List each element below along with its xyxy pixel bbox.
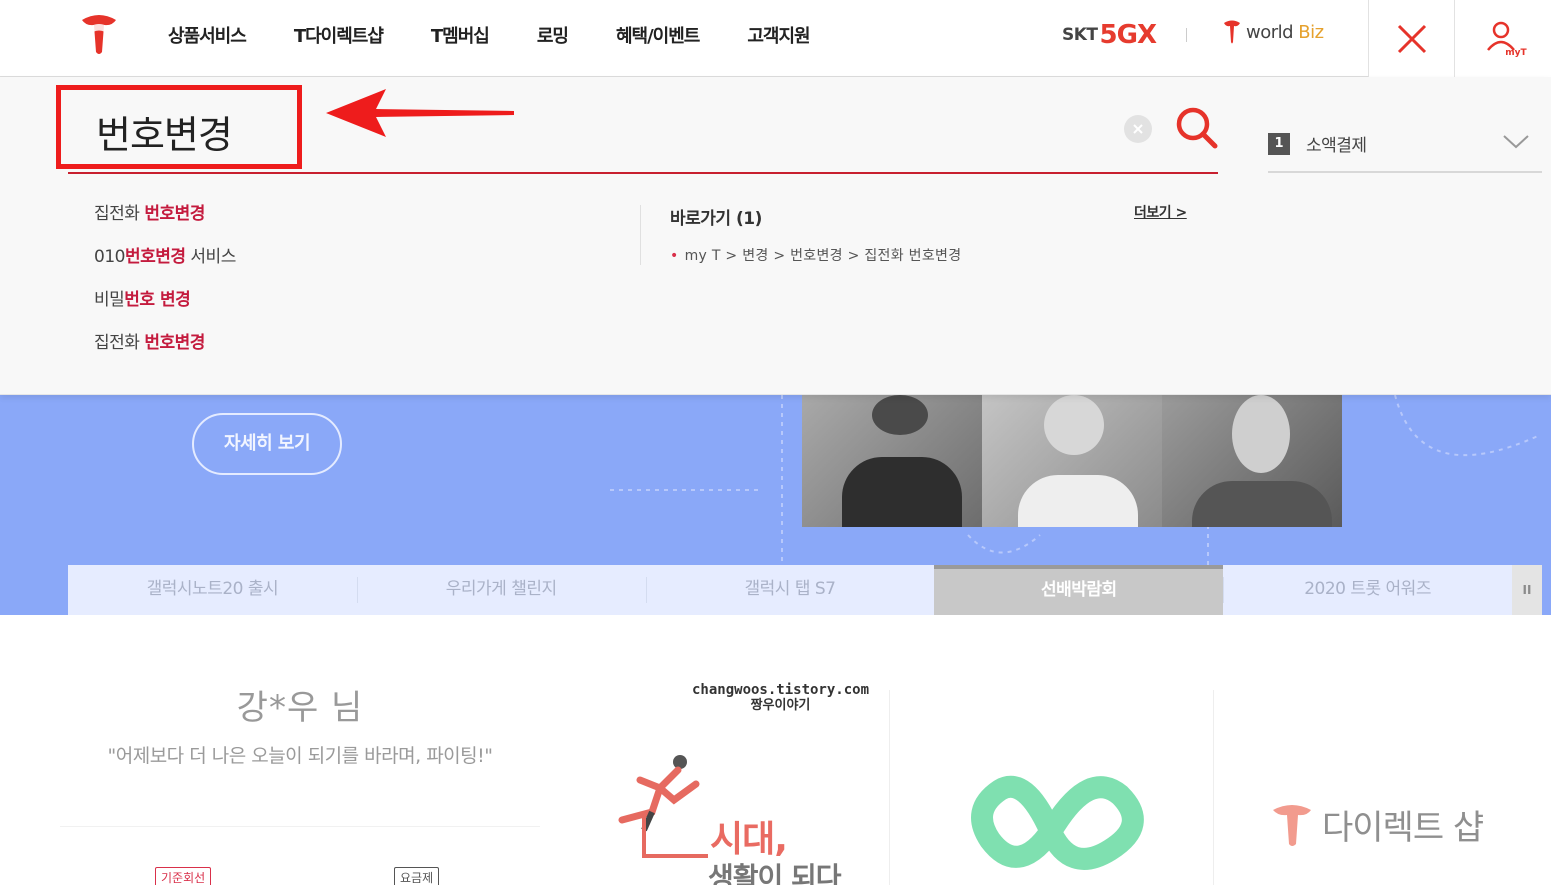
annotation-highlight-box [56,85,302,169]
plan-badge: 요금제 [394,867,440,885]
main-banner: 자세히 보기 [0,395,1551,565]
autocomplete-item[interactable]: 집전화 번호변경 [94,199,236,242]
nav-customer-support[interactable]: 고객지원 [747,22,810,48]
column-divider [889,690,890,885]
global-header: 상품서비스 T다이렉트샵 T멤버십 로밍 혜택/이벤트 고객지원 SKT 5GX… [0,0,1551,77]
t-logo-icon[interactable] [78,12,120,56]
tab-galaxy-note20[interactable]: 갤럭시노트20 출시 [68,565,357,615]
close-icon [1397,24,1426,53]
search-icon[interactable] [1174,105,1220,151]
skt-5gx-link[interactable]: SKT 5GX [1062,20,1157,50]
close-search-button[interactable] [1368,0,1454,77]
annotation-arrow-icon [326,89,514,137]
watermark-name: 짱우이야기 [750,698,811,713]
shortcut-link[interactable]: • my T > 변경 > 번호변경 > 집전화 번호변경 [670,245,961,265]
more-link[interactable]: 더보기 > [1134,202,1187,222]
suggest-highlight: 번호변경 [124,247,186,267]
greeting-message: "어제보다 더 나은 오늘이 되기를 바라며, 파이팅!" [107,745,494,767]
photo-3-body [1192,481,1332,527]
photo-1-head [872,395,928,435]
world-biz-text: world Biz [1246,22,1324,43]
watermark-url: changwoos.tistory.com [692,682,870,698]
suggest-highlight: 번호 변경 [124,290,191,310]
autocomplete-item[interactable]: 010번호변경 서비스 [94,242,236,285]
nav-t-membership[interactable]: T멤버십 [431,22,490,48]
shortcut-title: 바로가기 (1) [670,209,762,229]
user-name: 강*우 님 [236,688,364,728]
photo-1-body [842,457,962,527]
main-line-badge: 기준회선 [155,867,212,885]
suggest-text: 집전화 [94,204,145,224]
nav-benefits-events[interactable]: 혜택/이벤트 [616,22,700,48]
autocomplete-item[interactable]: 비밀번호 변경 [94,285,236,328]
nav-products[interactable]: 상품서비스 [168,22,247,48]
biz-text: Biz [1298,21,1324,43]
suggest-highlight: 번호변경 [144,333,205,353]
popular-keyword-dropdown[interactable]: 1 소액결제 [1268,117,1542,173]
t-direct-logo-icon [1273,804,1311,846]
divider [60,826,540,827]
watermark: changwoos.tistory.com 짱우이야기 [692,682,869,714]
column-divider [1213,690,1214,885]
promo-line-2: 생활이 되다 [708,861,842,885]
autocomplete-item[interactable]: 집전화 번호변경 [94,328,236,371]
photo-3-head [1232,395,1290,473]
greeting: 강*우 님 "어제보다 더 나은 오늘이 되기를 바라며, 파이팅!" [60,680,540,768]
world-biz-link[interactable]: world Biz [1222,19,1324,45]
myt-label: myT [1505,47,1527,58]
brand-divider [1186,28,1187,42]
tab-trot-awards[interactable]: 2020 트롯 어워즈 [1223,565,1512,615]
photo-2-head [1044,395,1104,455]
shortcut-path-text: my T > 변경 > 번호변경 > 집전화 번호변경 [684,248,962,264]
skt-text: SKT [1062,25,1098,45]
photo-2-body [1018,475,1138,527]
world-text: world [1246,21,1294,43]
column-divider [640,205,641,265]
bullet-icon: • [670,248,679,264]
chevron-down-icon [1503,135,1529,149]
5gx-text: 5GX [1099,20,1157,50]
tab-our-store-challenge[interactable]: 우리가게 챌린지 [356,565,646,615]
clear-search-button[interactable] [1124,115,1152,143]
t-world-logo-icon [1224,20,1240,44]
clear-icon [1133,124,1143,134]
nav-t-direct-shop[interactable]: T다이렉트샵 [294,22,384,48]
tab-senior-fair[interactable]: 선배박람회 [934,565,1224,615]
banner-photo-1 [802,395,982,527]
suggest-highlight: 번호변경 [144,204,205,224]
rank-number: 1 [1268,133,1290,155]
nav-roaming[interactable]: 로밍 [537,22,569,48]
infinity-logo-icon[interactable] [960,750,1146,885]
suggest-text: 서비스 [185,247,236,267]
tabs-left-fill [0,565,68,615]
promo-banner[interactable]: 시대, 생활이 되다 [600,740,890,885]
banner-tabs: 갤럭시노트20 출시 우리가게 챌린지 갤럭시 탭 S7 선배박람회 2020 … [68,565,1542,615]
suggest-text: 010 [94,247,125,267]
banner-photo-3 [1162,395,1342,527]
banner-photos [802,395,1342,527]
suggest-text: 비밀 [94,290,125,310]
promo-line-1: 시대, [710,819,788,860]
tab-galaxy-tab-s7[interactable]: 갤럭시 탭 S7 [645,565,935,615]
direct-shop-text: 다이렉트 샵 [1322,808,1484,848]
direct-shop-logo[interactable]: 다이렉트 샵 [1270,800,1484,849]
main-nav: 상품서비스 T다이렉트샵 T멤버십 로밍 혜택/이벤트 고객지원 [168,22,858,48]
autocomplete-list: 집전화 번호변경 010번호변경 서비스 비밀번호 변경 집전화 번호변경 [94,199,236,371]
view-details-button[interactable]: 자세히 보기 [192,413,342,475]
pause-button[interactable]: II [1511,565,1542,615]
myt-button[interactable]: myT [1454,0,1551,77]
rank-keyword: 소액결제 [1306,136,1367,156]
tabs-right-fill [1542,565,1551,615]
banner-photo-2 [982,395,1162,527]
jumping-person-icon [618,755,708,858]
suggest-text: 집전화 [94,333,145,353]
